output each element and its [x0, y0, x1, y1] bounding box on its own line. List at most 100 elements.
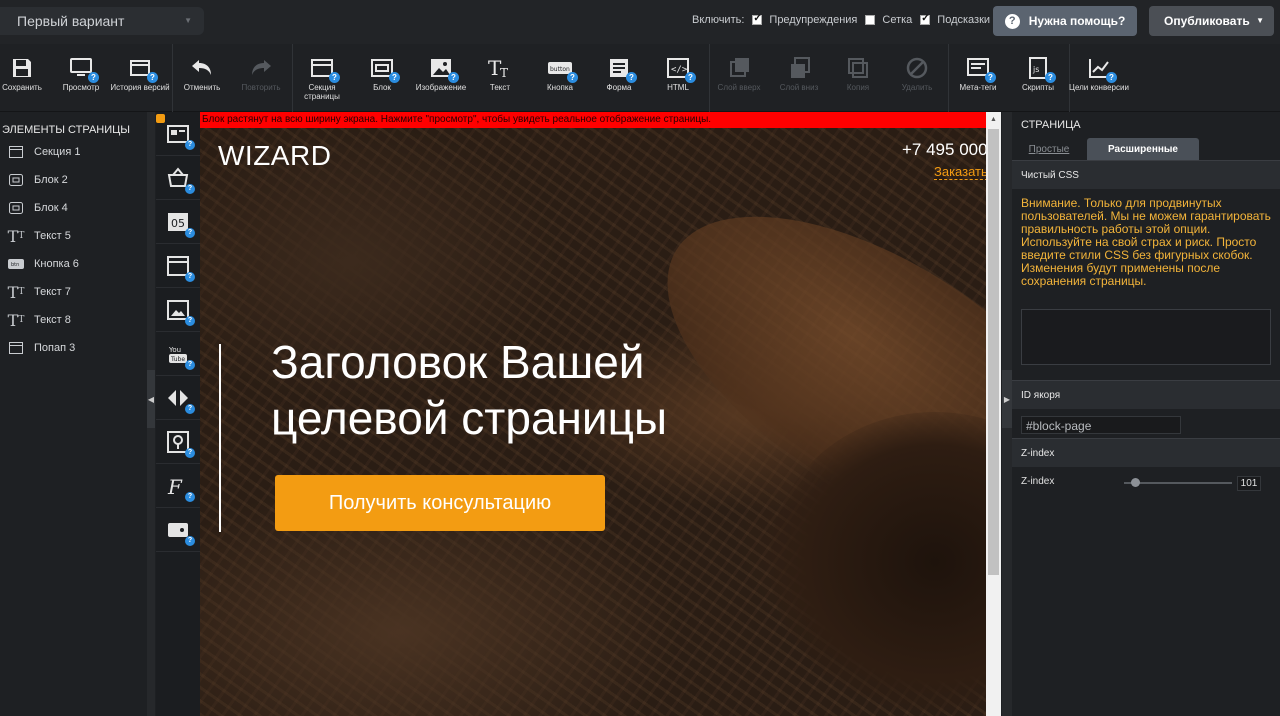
widget-slider[interactable]: ?	[156, 376, 200, 420]
goals-button[interactable]: ? Цели конверсии	[1069, 44, 1129, 112]
save-button[interactable]: Сохранить	[0, 44, 52, 112]
option-warnings[interactable]: Предупреждения	[752, 13, 857, 26]
image-icon: ?	[429, 56, 459, 83]
element-label: Кнопка 6	[34, 258, 79, 270]
top-bar: Первый вариант ▼ Включить: Предупреждени…	[0, 0, 1280, 44]
element-item[interactable]: btn Кнопка 6	[0, 250, 147, 278]
text-button[interactable]: TT Текст	[470, 44, 530, 112]
include-label: Включить:	[692, 14, 745, 26]
monitor-icon: ?	[69, 56, 99, 83]
section-button[interactable]: ? Секция страницы	[292, 44, 352, 112]
widget-youtube[interactable]: You Tube?	[156, 332, 200, 376]
z-index-section-header: Z-index	[1012, 438, 1280, 467]
hero-title-line-2: целевой страницы	[271, 392, 668, 444]
scripts-button[interactable]: js? Скрипты	[1008, 44, 1068, 112]
delete-button[interactable]: Удалить	[887, 44, 947, 112]
layer-up-button[interactable]: Слой вверх	[709, 44, 769, 112]
save-icon	[10, 56, 34, 80]
custom-css-textarea[interactable]	[1021, 309, 1271, 365]
svg-text:Tube: Tube	[170, 356, 185, 363]
hero-title[interactable]: Заголовок Вашей целевой страницы	[271, 334, 771, 446]
svg-text:You: You	[168, 346, 181, 354]
option-hints[interactable]: Подсказки	[920, 13, 990, 26]
anchor-id-input[interactable]: #block-page	[1021, 416, 1181, 434]
help-badge-icon: ?	[389, 72, 400, 83]
tab-simple[interactable]: Простые	[1012, 138, 1086, 160]
chevron-down-icon: ▼	[184, 16, 192, 25]
option-grid[interactable]: Сетка	[865, 14, 912, 26]
widget-payment[interactable]: ?	[156, 508, 200, 552]
html-button[interactable]: </>? HTML	[648, 44, 708, 112]
copy-icon	[846, 56, 870, 80]
layer-down-button[interactable]: Слой вниз	[769, 44, 829, 112]
help-badge-icon: ?	[185, 536, 195, 546]
help-badge-icon: ?	[185, 228, 195, 238]
consultation-button[interactable]: Получить консультацию	[275, 475, 605, 531]
widget-cart[interactable]: ?	[156, 156, 200, 200]
widget-map[interactable]: ?	[156, 420, 200, 464]
widget-timer[interactable]: 05?	[156, 200, 200, 244]
tab-advanced[interactable]: Расширенные	[1087, 138, 1199, 160]
block-icon: ?	[370, 56, 400, 83]
brand-logo-text[interactable]: WIZARD	[218, 140, 331, 172]
widget-font[interactable]: F?	[156, 464, 200, 508]
element-item[interactable]: Блок 2	[0, 166, 147, 194]
button-label: Кнопка	[547, 83, 573, 92]
widget-popup[interactable]: ?	[156, 244, 200, 288]
copy-button[interactable]: Копия	[828, 44, 888, 112]
order-link[interactable]: Заказать	[934, 164, 986, 180]
element-item[interactable]: T T Текст 8	[0, 306, 147, 334]
grid-checkbox[interactable]	[865, 15, 876, 25]
scrollbar-thumb[interactable]	[988, 129, 999, 575]
collapse-right-button[interactable]: ▶	[1002, 370, 1012, 428]
hints-checkbox[interactable]	[920, 13, 931, 25]
element-item[interactable]: Блок 4	[0, 194, 147, 222]
help-badge-icon: ?	[185, 184, 195, 194]
element-label: Блок 2	[34, 174, 68, 186]
form-button[interactable]: ? Форма	[589, 44, 649, 112]
canvas-scrollbar[interactable]: ▲	[986, 112, 1001, 716]
layer-up-label: Слой вверх	[717, 83, 761, 92]
layer-up-icon	[727, 56, 751, 80]
editor-canvas[interactable]: Блок растянут на всю ширину экрана. Нажм…	[200, 112, 986, 716]
publish-button[interactable]: Опубликовать ▼	[1149, 6, 1274, 36]
css-section-header: Чистый CSS	[1012, 160, 1280, 189]
redo-button[interactable]: Повторить	[231, 44, 291, 112]
z-index-slider-track[interactable]	[1124, 482, 1232, 484]
help-badge-icon: ?	[147, 72, 158, 83]
widget-column: ? ? 05? ? ? You Tube? ? ? F? ?	[156, 112, 200, 716]
page-settings-panel: СТРАНИЦА Простые Расширенные Чистый CSS …	[1012, 112, 1280, 716]
preview-button[interactable]: ? Просмотр	[51, 44, 111, 112]
button-button[interactable]: button? Кнопка	[530, 44, 590, 112]
help-badge-icon: ?	[567, 72, 578, 83]
warnings-checkbox[interactable]	[752, 13, 763, 25]
z-index-slider-handle[interactable]	[1131, 478, 1140, 487]
element-label: Текст 8	[34, 314, 71, 326]
section-icon: ?	[310, 56, 340, 83]
history-icon: ?	[128, 56, 158, 83]
stretch-notice: Блок растянут на всю ширину экрана. Нажм…	[200, 112, 986, 128]
undo-button[interactable]: Отменить	[172, 44, 232, 112]
image-button[interactable]: ? Изображение	[411, 44, 471, 112]
svg-text:05: 05	[171, 217, 185, 230]
widget-gallery[interactable]: ?	[156, 288, 200, 332]
meta-tags-button[interactable]: ? Мета-теги	[948, 44, 1008, 112]
help-button[interactable]: ? Нужна помощь?	[993, 6, 1137, 36]
help-badge-icon: ?	[185, 140, 195, 150]
block-label: Блок	[373, 83, 391, 92]
phone-number[interactable]: +7 495 000	[902, 140, 986, 160]
help-badge-icon: ?	[626, 72, 637, 83]
variant-select[interactable]: Первый вариант ▼	[0, 7, 204, 35]
element-item[interactable]: T T Текст 5	[0, 222, 147, 250]
element-item[interactable]: Попап 3	[0, 334, 147, 362]
element-item[interactable]: Секция 1	[0, 138, 147, 166]
block-button[interactable]: ? Блок	[352, 44, 412, 112]
form-label: Форма	[606, 83, 632, 92]
z-index-value-input[interactable]: 101	[1237, 476, 1261, 491]
question-icon: ?	[1004, 13, 1020, 29]
collapse-left-button[interactable]: ◀	[147, 370, 155, 428]
page-elements-title: ЭЛЕМЕНТЫ СТРАНИЦЫ	[2, 124, 131, 136]
scroll-up-icon[interactable]: ▲	[990, 116, 997, 123]
element-item[interactable]: T T Текст 7	[0, 278, 147, 306]
history-button[interactable]: ? История версий	[110, 44, 170, 112]
